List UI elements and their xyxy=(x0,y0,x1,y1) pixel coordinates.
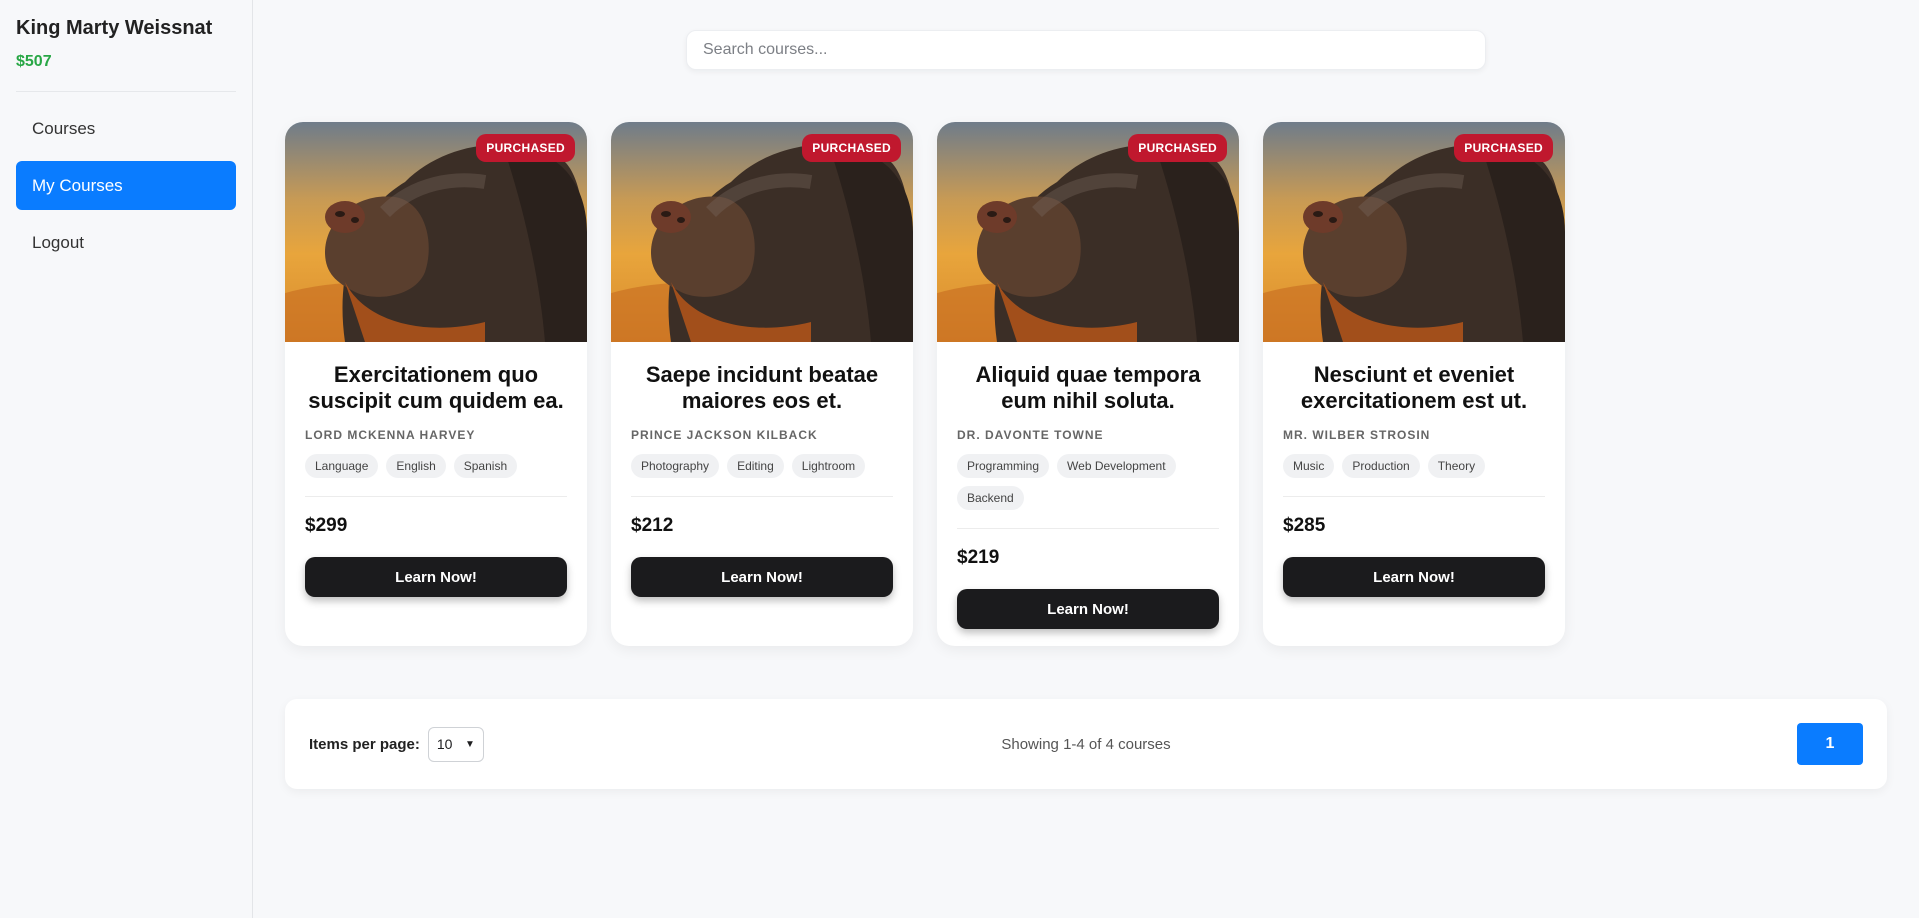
course-thumbnail: PURCHASED xyxy=(1263,122,1565,342)
showing-count: Showing 1-4 of 4 courses xyxy=(1001,735,1171,753)
course-tag: Production xyxy=(1342,454,1420,478)
sidebar-item-label: Courses xyxy=(32,118,96,138)
course-author: LORD MCKENNA HARVEY xyxy=(305,428,476,442)
card-divider xyxy=(631,496,893,497)
search-input[interactable] xyxy=(686,30,1486,70)
user-balance: $507 xyxy=(16,53,52,70)
course-thumbnail: PURCHASED xyxy=(285,122,587,342)
course-title: Saepe incidunt beatae maiores eos et. xyxy=(645,362,879,413)
purchased-badge: PURCHASED xyxy=(1454,134,1553,162)
main-content: PURCHASED Exercitationem quo suscipit cu… xyxy=(253,0,1919,918)
card-divider xyxy=(1283,496,1545,497)
course-tags: Music Production Theory xyxy=(1283,454,1545,478)
course-tags: Programming Web Development Backend xyxy=(957,454,1219,510)
course-author: DR. DAVONTE TOWNE xyxy=(957,428,1104,442)
course-tag: Web Development xyxy=(1057,454,1176,478)
chevron-down-icon: ▼ xyxy=(464,738,475,750)
course-thumbnail: PURCHASED xyxy=(611,122,913,342)
course-card-body: Saepe incidunt beatae maiores eos et. PR… xyxy=(611,342,913,597)
items-per-page-select[interactable]: 10 ▼ xyxy=(427,726,484,762)
course-tag: Lightroom xyxy=(791,454,866,478)
course-thumbnail: PURCHASED xyxy=(937,122,1239,342)
course-card-body: Exercitationem quo suscipit cum quidem e… xyxy=(285,342,587,597)
course-title: Nesciunt et eveniet exercitationem est u… xyxy=(1300,362,1528,413)
course-tag: Editing xyxy=(727,454,784,478)
course-tag: Photography xyxy=(631,454,720,478)
sidebar: King Marty Weissnat $507 Courses My Cour… xyxy=(0,0,253,918)
sidebar-nav: Courses My Courses Logout xyxy=(16,104,236,267)
course-title: Aliquid quae tempora eum nihil soluta. xyxy=(975,362,1201,413)
learn-now-button[interactable]: Learn Now! xyxy=(305,557,567,597)
items-per-page-value: 10 xyxy=(436,736,453,752)
course-tag: Backend xyxy=(957,486,1024,510)
sidebar-item-my-courses[interactable]: My Courses xyxy=(16,161,236,210)
sidebar-divider xyxy=(16,91,236,92)
course-tag: Theory xyxy=(1427,454,1486,478)
pagination-bar: Items per page: 10 ▼ Showing 1-4 of 4 co… xyxy=(285,699,1887,789)
user-name: King Marty Weissnat xyxy=(16,17,213,39)
course-tags: Photography Editing Lightroom xyxy=(631,454,893,478)
sidebar-item-logout[interactable]: Logout xyxy=(16,218,236,267)
course-price: $299 xyxy=(305,515,348,536)
course-card: PURCHASED Nesciunt et eveniet exercitati… xyxy=(1263,122,1565,646)
course-price: $285 xyxy=(1283,515,1326,536)
search-bar xyxy=(285,0,1887,70)
course-tag: Language xyxy=(305,454,379,478)
course-card: PURCHASED Saepe incidunt beatae maiores … xyxy=(611,122,913,646)
course-grid: PURCHASED Exercitationem quo suscipit cu… xyxy=(285,122,1887,646)
learn-now-button[interactable]: Learn Now! xyxy=(957,589,1219,629)
sidebar-item-label: My Courses xyxy=(32,175,123,195)
card-divider xyxy=(305,496,567,497)
learn-now-button[interactable]: Learn Now! xyxy=(631,557,893,597)
course-price: $219 xyxy=(957,547,1000,568)
items-per-page-label: Items per page: xyxy=(309,735,420,753)
course-tags: Language English Spanish xyxy=(305,454,567,478)
course-tag: English xyxy=(386,454,446,478)
course-author: MR. WILBER STROSIN xyxy=(1283,428,1431,442)
purchased-badge: PURCHASED xyxy=(1128,134,1227,162)
course-tag: Spanish xyxy=(453,454,518,478)
course-tag: Music xyxy=(1283,454,1335,478)
course-author: PRINCE JACKSON KILBACK xyxy=(631,428,818,442)
course-tag: Programming xyxy=(957,454,1050,478)
page-button-current[interactable]: 1 xyxy=(1797,723,1863,765)
app-root: King Marty Weissnat $507 Courses My Cour… xyxy=(0,0,1919,918)
learn-now-button[interactable]: Learn Now! xyxy=(1283,557,1545,597)
course-card-body: Aliquid quae tempora eum nihil soluta. D… xyxy=(937,342,1239,629)
course-title: Exercitationem quo suscipit cum quidem e… xyxy=(308,362,564,413)
course-price: $212 xyxy=(631,515,674,536)
purchased-badge: PURCHASED xyxy=(476,134,575,162)
card-divider xyxy=(957,528,1219,529)
purchased-badge: PURCHASED xyxy=(802,134,901,162)
course-card: PURCHASED Exercitationem quo suscipit cu… xyxy=(285,122,587,646)
course-card-body: Nesciunt et eveniet exercitationem est u… xyxy=(1263,342,1565,597)
sidebar-item-courses[interactable]: Courses xyxy=(16,104,236,153)
sidebar-item-label: Logout xyxy=(32,232,84,252)
course-card: PURCHASED Aliquid quae tempora eum nihil… xyxy=(937,122,1239,646)
